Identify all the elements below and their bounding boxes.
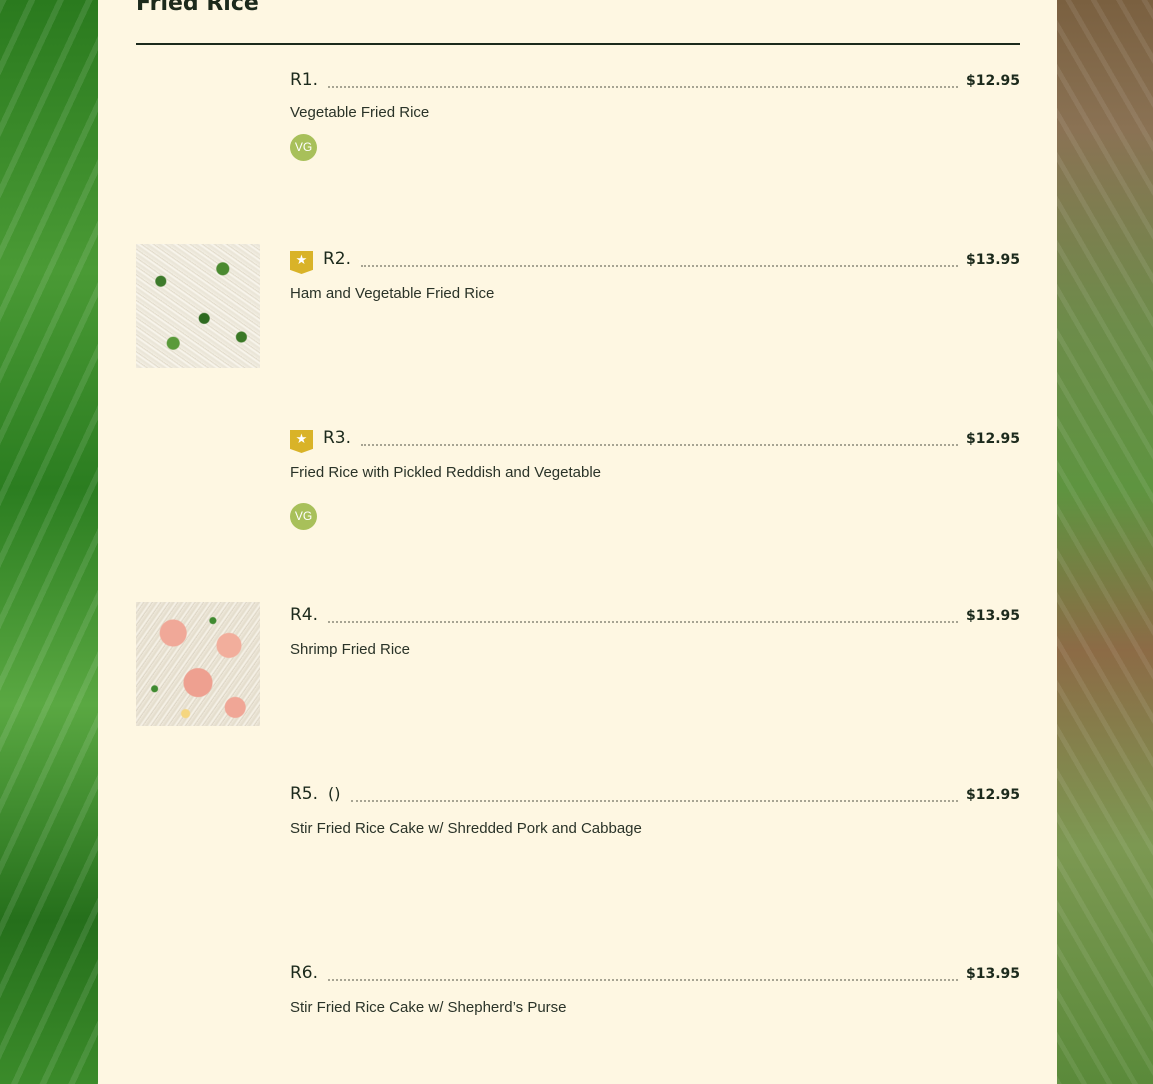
background-left-foliage <box>0 0 98 1084</box>
item-price: $13.95 <box>965 252 1020 268</box>
star-icon: ★ <box>290 251 313 274</box>
menu-item-header: R5. () $12.95 <box>290 779 1020 805</box>
menu-item-r6[interactable]: R6. $13.95 Stir Fried Rice Cake w/ Sheph… <box>136 960 1020 1084</box>
item-description: Ham and Vegetable Fried Rice <box>290 285 495 302</box>
dotted-leader <box>361 444 958 446</box>
item-description: Shrimp Fried Rice <box>290 641 411 658</box>
item-price: $12.95 <box>965 431 1020 447</box>
menu-item-header: ★ R2. $13.95 <box>290 244 1020 274</box>
menu-item-r1[interactable]: R1. $12.95 Vegetable Fried Rice VG <box>136 65 1020 225</box>
item-code: R1. <box>290 70 319 90</box>
dotted-leader <box>328 979 958 981</box>
vegan-badge: VG <box>290 134 317 161</box>
menu-panel: Fried Rice R1. $12.95 Vegetable Fried Ri… <box>98 0 1057 1084</box>
item-description: Vegetable Fried Rice <box>290 104 430 121</box>
menu-item-r2[interactable]: ★ R2. $13.95 Ham and Vegetable Fried Ric… <box>136 244 1020 404</box>
shrimp-fried-rice-photo[interactable] <box>136 602 260 726</box>
vegan-badge: VG <box>290 503 317 530</box>
item-description: Stir Fried Rice Cake w/ Shepherd’s Purse <box>290 999 567 1016</box>
item-subtitle: () <box>328 784 341 803</box>
item-code: R4. <box>290 605 319 625</box>
item-code: R3. <box>323 428 352 448</box>
ham-vegetable-fried-rice-photo[interactable] <box>136 244 260 368</box>
item-price: $12.95 <box>965 73 1020 89</box>
menu-item-header: R1. $12.95 <box>290 65 1020 91</box>
background-right-foliage <box>1056 0 1153 1084</box>
dotted-leader <box>361 265 958 267</box>
item-description: Stir Fried Rice Cake w/ Shredded Pork an… <box>290 820 642 837</box>
dotted-leader <box>350 800 958 802</box>
section-title-divider <box>136 43 1020 45</box>
menu-item-header: R4. $13.95 <box>290 600 1020 626</box>
menu-item-r5[interactable]: R5. () $12.95 Stir Fried Rice Cake w/ Sh… <box>136 781 1020 941</box>
item-price: $12.95 <box>965 787 1020 803</box>
menu-item-header: R6. $13.95 <box>290 958 1020 984</box>
menu-item-r4[interactable]: R4. $13.95 Shrimp Fried Rice <box>136 602 1020 762</box>
item-description: Fried Rice with Pickled Reddish and Vege… <box>290 464 602 481</box>
item-code: R2. <box>323 249 352 269</box>
item-price: $13.95 <box>965 966 1020 982</box>
section-title: Fried Rice <box>136 0 259 16</box>
dotted-leader <box>328 621 958 623</box>
menu-item-r3[interactable]: ★ R3. $12.95 Fried Rice with Pickled Red… <box>136 423 1020 583</box>
item-code: R6. <box>290 963 319 983</box>
dotted-leader <box>328 86 958 88</box>
item-code: R5. <box>290 784 319 804</box>
star-icon: ★ <box>290 430 313 453</box>
menu-item-header: ★ R3. $12.95 <box>290 423 1020 453</box>
item-price: $13.95 <box>965 608 1020 624</box>
